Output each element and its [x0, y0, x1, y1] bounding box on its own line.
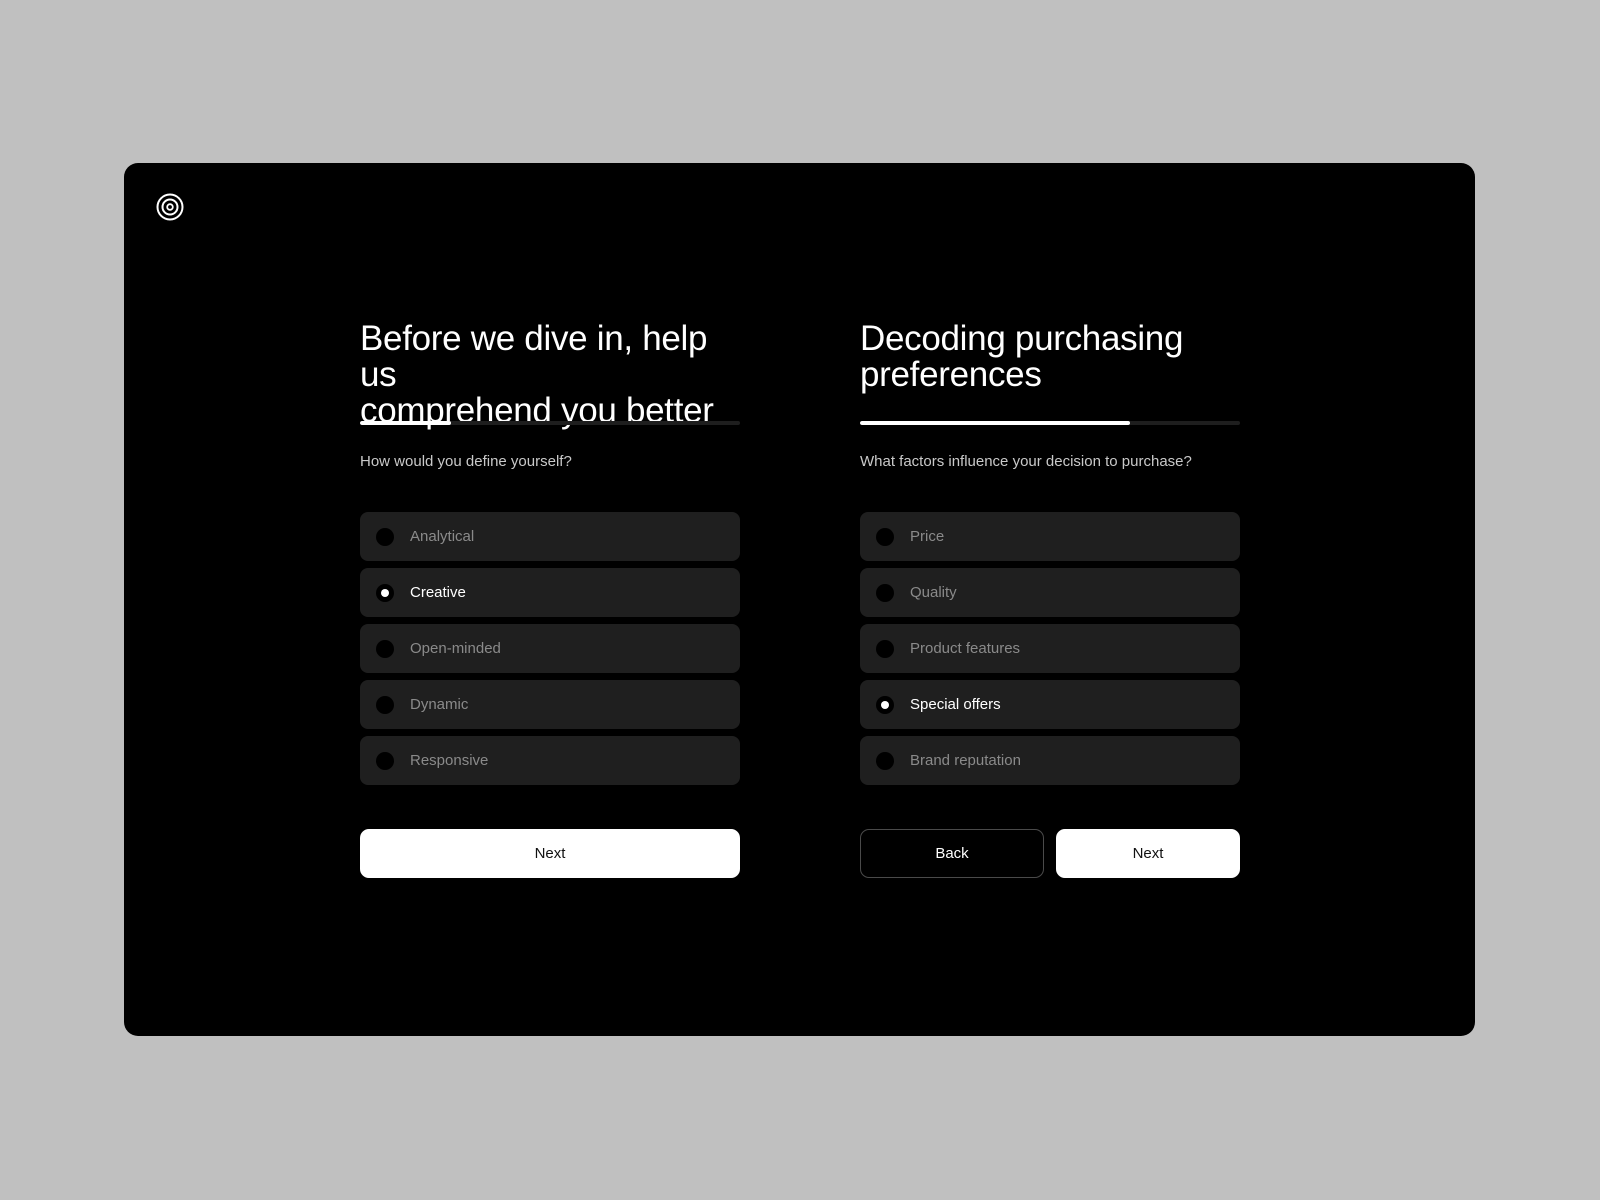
title-line-2: preferences — [860, 355, 1042, 394]
survey-step-identity: Before we dive in, help us comprehend yo… — [360, 321, 740, 878]
radio-button-icon[interactable] — [376, 583, 394, 602]
title-line-1: Decoding purchasing — [860, 319, 1184, 358]
radio-button-icon[interactable] — [876, 639, 894, 658]
radio-option-product-features[interactable]: Product features — [860, 624, 1240, 673]
radio-option-list: Analytical Creative Open-minded Dynamic … — [360, 512, 740, 785]
progress-bar — [360, 421, 740, 425]
radio-button-icon[interactable] — [876, 695, 894, 714]
radio-button-icon[interactable] — [376, 695, 394, 714]
progress-bar — [860, 421, 1240, 425]
survey-step-purchasing: Decoding purchasing preferences What fac… — [860, 321, 1240, 878]
onboarding-card: Before we dive in, help us comprehend yo… — [124, 163, 1475, 1036]
step-actions: Back Next — [860, 829, 1240, 878]
radio-button-icon[interactable] — [376, 639, 394, 658]
radio-option-price[interactable]: Price — [860, 512, 1240, 561]
radio-option-brand-reputation[interactable]: Brand reputation — [860, 736, 1240, 785]
option-label: Quality — [910, 584, 957, 601]
question-text: How would you define yourself? — [360, 453, 572, 470]
back-button[interactable]: Back — [860, 829, 1044, 878]
question-text: What factors influence your decision to … — [860, 453, 1192, 470]
option-label: Special offers — [910, 696, 1001, 713]
radio-option-responsive[interactable]: Responsive — [360, 736, 740, 785]
radio-option-open-minded[interactable]: Open-minded — [360, 624, 740, 673]
radio-option-special-offers[interactable]: Special offers — [860, 680, 1240, 729]
radio-option-creative[interactable]: Creative — [360, 568, 740, 617]
option-label: Responsive — [410, 752, 489, 769]
option-label: Dynamic — [410, 696, 469, 713]
title-line-1: Before we dive in, help us — [360, 319, 708, 394]
step-title: Decoding purchasing preferences — [860, 321, 1240, 393]
radio-button-icon[interactable] — [876, 527, 894, 546]
step-title: Before we dive in, help us comprehend yo… — [360, 319, 740, 429]
option-label: Price — [910, 528, 945, 545]
radio-button-icon[interactable] — [376, 751, 394, 770]
radio-option-list: Price Quality Product features Special o… — [860, 512, 1240, 785]
radio-option-quality[interactable]: Quality — [860, 568, 1240, 617]
next-button[interactable]: Next — [360, 829, 740, 878]
option-label: Product features — [910, 640, 1021, 657]
next-button[interactable]: Next — [1056, 829, 1240, 878]
progress-bar-fill — [860, 421, 1130, 425]
option-label: Open-minded — [410, 640, 501, 657]
radio-option-dynamic[interactable]: Dynamic — [360, 680, 740, 729]
target-logo-icon — [156, 193, 184, 221]
radio-button-icon[interactable] — [876, 751, 894, 770]
radio-button-icon[interactable] — [876, 583, 894, 602]
radio-button-icon[interactable] — [376, 527, 394, 546]
option-label: Creative — [410, 584, 466, 601]
radio-option-analytical[interactable]: Analytical — [360, 512, 740, 561]
progress-bar-fill — [360, 421, 452, 425]
option-label: Brand reputation — [910, 752, 1021, 769]
option-label: Analytical — [410, 528, 475, 545]
step-actions: Next — [360, 829, 740, 878]
